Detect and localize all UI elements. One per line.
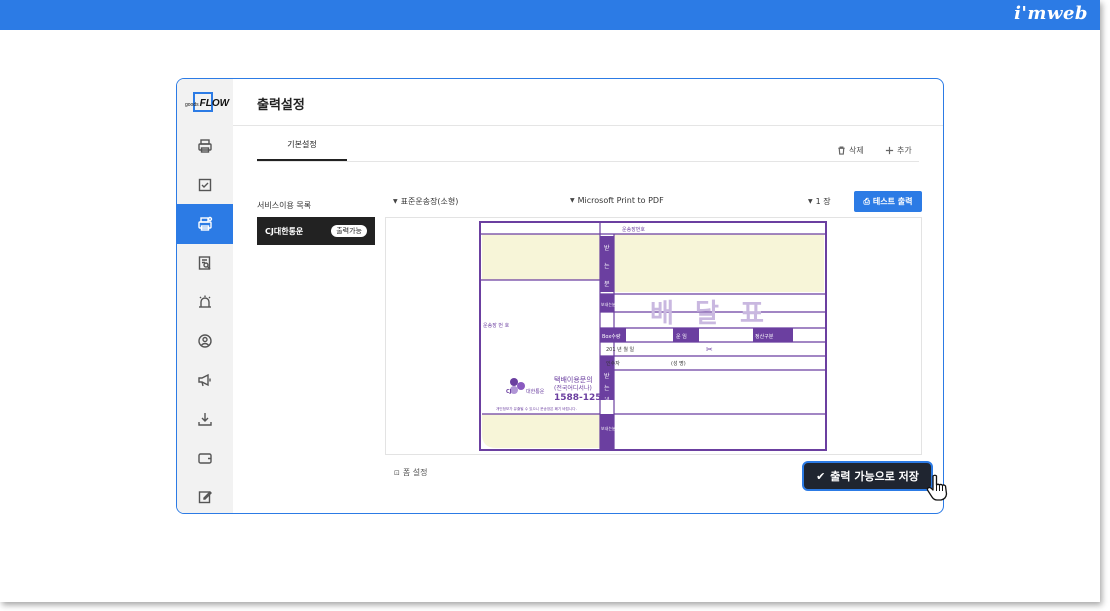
- hand-cursor-icon: [926, 474, 948, 501]
- tracking-side-label: 운송장 번 호: [483, 322, 510, 329]
- imweb-top-bar: i'mweb: [0, 0, 1100, 30]
- fare-label: 운 임: [676, 333, 687, 340]
- payment-label: 정산구분: [755, 333, 774, 340]
- app-window: goodsFLOW 출력설정 기본설정 삭제 추가 서비스이용 목록 CJ대한통…: [176, 78, 944, 514]
- tracking-header: 운송장번호: [622, 226, 645, 233]
- main-content: 출력설정 기본설정 삭제 추가 서비스이용 목록 CJ대한통운 출력가능 ▼ 표…: [233, 79, 943, 513]
- waybill-left-top-panel: [482, 234, 600, 280]
- receiver-char-2: 는: [604, 263, 610, 270]
- sidebar-item-account[interactable]: [177, 321, 233, 361]
- caret-down-icon: ▼: [393, 198, 398, 205]
- download-icon: [198, 413, 212, 426]
- sender-label: 보내는분: [601, 301, 616, 307]
- inquiry-sub: (전국어디서나): [554, 384, 592, 392]
- delivery-title: 배 달 표: [650, 299, 770, 329]
- waybill-receiver-panel: [614, 234, 824, 292]
- test-print-label: 테스트 출력: [872, 197, 913, 206]
- sidebar-item-check[interactable]: [177, 165, 233, 205]
- sidebar-item-notice[interactable]: [177, 360, 233, 400]
- megaphone-icon: [198, 373, 211, 387]
- tab-divider: [257, 161, 919, 162]
- save-as-printable-button[interactable]: ✔ 출력 가능으로 저장: [802, 461, 933, 491]
- waybill-svg: 운송장번호 받 는 분 보내는분 배 달 표 Box수량 운 임 정산구분 20…: [479, 221, 827, 451]
- sender-label-bar-2: [600, 414, 614, 450]
- sidebar-item-print[interactable]: [177, 126, 233, 166]
- service-name: CJ대한통운: [265, 226, 304, 236]
- goodsflow-logo: goodsFLOW: [183, 92, 230, 114]
- printer-select[interactable]: ▼ Microsoft Print to PDF: [570, 196, 664, 205]
- add-label: 추가: [897, 146, 912, 155]
- privacy-note: 개인정보가 유출될 수 있으니 운송장은 폐기 바랍니다.: [496, 406, 577, 411]
- test-print-button[interactable]: ⎙ 테스트 출력: [854, 191, 922, 212]
- waybill-preview: 운송장번호 받 는 분 보내는분 배 달 표 Box수량 운 임 정산구분 20…: [385, 217, 922, 455]
- sidebar-item-edit[interactable]: [177, 477, 233, 513]
- settings-icon: ⊡: [394, 468, 400, 477]
- delete-button[interactable]: 삭제: [837, 145, 864, 156]
- copies-select[interactable]: ▼ 1 장: [808, 196, 831, 207]
- trash-icon: [838, 146, 845, 155]
- sidebar-item-search-docs[interactable]: [177, 243, 233, 283]
- page-title: 출력설정: [257, 98, 305, 113]
- wallet-icon: [198, 453, 212, 464]
- service-list-label: 서비스이용 목록: [257, 201, 312, 210]
- user-circle-icon: [198, 334, 212, 348]
- waybill-left-bottom-panel: [482, 414, 600, 448]
- recipient-sign: (성 명): [671, 360, 686, 367]
- sidebar-item-wallet[interactable]: [177, 438, 233, 478]
- caret-down-icon: ▼: [808, 198, 813, 205]
- waybill-sender-panel: [614, 400, 824, 448]
- browser-frame: i'mweb goodsFLOW 출력설정 기본설정 삭제 추가 서비스이용 목…: [0, 0, 1100, 602]
- save-as-printable-label: 출력 가능으로 저장: [830, 470, 919, 483]
- date-row: 201 년 월 일: [606, 346, 635, 353]
- box-label: Box수량: [602, 333, 621, 340]
- recipient-label: 인수자: [606, 360, 620, 367]
- copies-select-value: 1 장: [815, 197, 831, 206]
- company-name: 대한통운: [526, 388, 545, 395]
- inquiry-title: 택배이용문의: [554, 375, 593, 384]
- tab-basic-settings[interactable]: 기본설정: [257, 139, 347, 161]
- checkbox-icon: [198, 178, 212, 192]
- sidebar-item-print-settings[interactable]: [177, 204, 233, 244]
- svg-text:CJ: CJ: [506, 389, 512, 395]
- add-button[interactable]: 추가: [885, 145, 912, 156]
- imweb-logo: i'mweb: [1014, 3, 1088, 24]
- form-settings-label: 폼 설정: [402, 468, 428, 477]
- form-settings-button[interactable]: ⊡ 폼 설정: [394, 467, 428, 478]
- receiver2-char-1: 받: [604, 372, 610, 380]
- form-select[interactable]: ▼ 표준운송장(소형): [393, 196, 458, 207]
- receiver-char-1: 받: [604, 244, 610, 252]
- form-select-value: 표준운송장(소형): [400, 197, 459, 206]
- printer-select-value: Microsoft Print to PDF: [577, 196, 664, 205]
- printer-icon: [198, 139, 212, 153]
- sender-label-2: 보내는분: [601, 425, 616, 431]
- caret-down-icon: ▼: [570, 197, 575, 204]
- scissors-icon: ✂: [706, 345, 713, 354]
- delete-label: 삭제: [849, 146, 864, 155]
- alarm-icon: [199, 295, 211, 308]
- service-item-cj[interactable]: CJ대한통운 출력가능: [257, 217, 375, 245]
- inquiry-phone: 1588-1255: [554, 393, 608, 403]
- sidebar-item-alarm[interactable]: [177, 282, 233, 322]
- sidebar: goodsFLOW: [177, 79, 233, 513]
- document-search-icon: [198, 256, 211, 270]
- printer-icon: ⎙: [863, 196, 870, 206]
- sidebar-item-download[interactable]: [177, 399, 233, 439]
- edit-icon: [198, 491, 212, 504]
- receiver-char-3: 분: [604, 281, 610, 288]
- status-badge: 출력가능: [331, 225, 367, 237]
- receiver2-char-2: 는: [604, 385, 610, 392]
- plus-icon: [885, 146, 894, 155]
- logo-text: goodsFLOW: [185, 98, 230, 109]
- check-icon: ✔: [816, 469, 826, 483]
- print-settings-icon: [198, 216, 213, 231]
- title-divider: [233, 125, 943, 126]
